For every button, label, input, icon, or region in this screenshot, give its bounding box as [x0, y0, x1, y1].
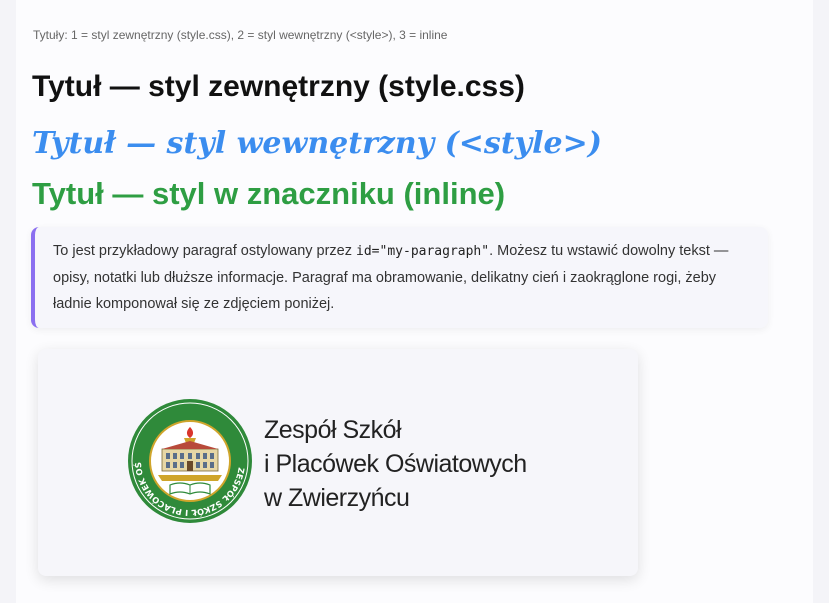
heading-inline-style: Tytuł — styl w znaczniku (inline) [32, 176, 506, 211]
school-name-line-1: Zespół Szkół [264, 416, 402, 444]
school-seal-icon: ZESPÓŁ SZKÓŁ I PLACÓWEK OŚWIATOWYCH W ZW… [126, 397, 252, 523]
heading-external-style: Tytuł — styl zewnętrzny (style.css) [32, 70, 525, 103]
school-name-line-3: w Zwierzyńcu [264, 484, 410, 512]
school-name-line-2: i Placówek Oświatowych [264, 450, 527, 478]
school-name: Zespół Szkół i Placówek Oświatowych w Zw… [264, 413, 527, 515]
page: Tytuły: 1 = styl zewnętrzny (style.css),… [16, 0, 813, 603]
paragraph-text-start: To jest przykładowy paragraf ostylowany … [53, 243, 357, 259]
my-paragraph: To jest przykładowy paragraf ostylowany … [31, 227, 768, 328]
school-logo-image: ZESPÓŁ SZKÓŁ I PLACÓWEK OŚWIATOWYCH W ZW… [38, 349, 638, 576]
heading-internal-style: Tytuł — styl wewnętrzny (<style>) [32, 126, 602, 161]
page-caption: Tytuły: 1 = styl zewnętrzny (style.css),… [33, 28, 448, 42]
paragraph-code: id="my-paragraph" [356, 244, 490, 259]
